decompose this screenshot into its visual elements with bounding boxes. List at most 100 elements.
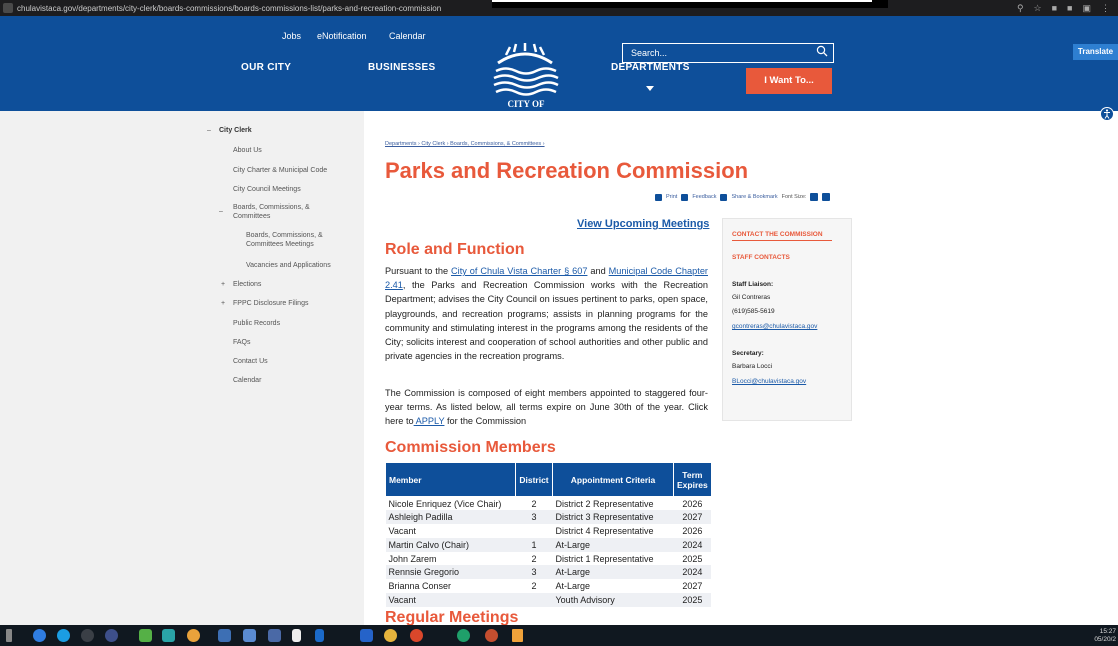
cell-member: Vacant — [385, 524, 516, 538]
col-district: District — [515, 462, 553, 497]
nav-our-city[interactable]: OUR CITY — [241, 62, 291, 73]
start-icon[interactable] — [33, 629, 46, 642]
col-criteria: Appointment Criteria — [552, 462, 674, 497]
share-icon[interactable] — [720, 193, 728, 201]
sidebar-item-city-charter[interactable]: City Charter & Municipal Code — [233, 167, 327, 174]
role-text-post: , the Parks and Recreation Commission wo… — [385, 280, 708, 362]
font-decrease-icon[interactable] — [810, 193, 819, 201]
contact-heading[interactable]: CONTACT THE COMMISSION — [732, 231, 823, 238]
zoom-icon[interactable]: ⚲ — [1017, 3, 1024, 14]
chrome-icon-5[interactable] — [485, 629, 498, 642]
translate-button[interactable]: Translate — [1073, 44, 1118, 60]
expand-bullet[interactable]: + — [221, 300, 225, 307]
enotification-link[interactable]: eNotification — [317, 31, 367, 41]
secretary-email-link[interactable]: BLocci@chulavistaca.gov — [732, 378, 806, 385]
word-icon[interactable] — [315, 629, 324, 642]
sidebar-item-boards[interactable]: Boards, Commissions, & — [233, 204, 310, 211]
nav-businesses[interactable]: BUSINESSES — [368, 62, 435, 73]
sidebar-item-boards-meetings-line2[interactable]: Committees Meetings — [246, 241, 314, 248]
nav-departments[interactable]: DEPARTMENTS — [611, 62, 690, 73]
app-icon-2[interactable] — [243, 629, 256, 642]
view-upcoming-meetings-link[interactable]: View Upcoming Meetings — [577, 218, 709, 230]
edge-icon[interactable] — [57, 629, 70, 642]
sidebar-item-about-us[interactable]: About Us — [233, 147, 262, 154]
sidebar-item-calendar[interactable]: Calendar — [233, 377, 261, 384]
sidebar-item-fppc[interactable]: FPPC Disclosure Filings — [233, 300, 308, 307]
secretary-name: Barbara Locci — [732, 363, 773, 370]
teams-icon[interactable] — [218, 629, 231, 642]
accessibility-icon[interactable] — [1099, 106, 1115, 122]
liaison-email-link[interactable]: gcontreras@chulavistaca.gov — [732, 323, 817, 330]
cell-member: Rennsie Gregorio — [385, 565, 516, 580]
cell-member: Brianna Conser — [385, 579, 516, 594]
camera-icon[interactable] — [81, 629, 94, 642]
sidebar-item-boards-meetings[interactable]: Boards, Commissions, & — [246, 232, 323, 239]
chrome-icon-2[interactable] — [384, 629, 397, 642]
chrome-icon-3[interactable] — [410, 629, 423, 642]
print-link[interactable]: Print — [666, 194, 677, 200]
chevron-down-icon — [646, 86, 654, 91]
contact-divider — [732, 240, 832, 241]
app-icon-3[interactable] — [268, 629, 281, 642]
cell-term: 2025 — [673, 593, 712, 607]
search-input[interactable]: Search... — [622, 43, 834, 63]
extension-icon-2[interactable]: ■ — [1067, 3, 1072, 14]
widgets-icon[interactable] — [6, 629, 12, 642]
print-icon[interactable] — [655, 193, 662, 201]
i-want-to-button[interactable]: I Want To... — [746, 68, 832, 94]
font-size-label: Font Size: — [781, 194, 807, 200]
sidebar-item-faqs[interactable]: FAQs — [233, 339, 251, 346]
search-icon[interactable] — [816, 45, 828, 57]
cell-term: 2027 — [673, 579, 712, 594]
cell-criteria: District 3 Representative — [552, 510, 674, 525]
col-term: Term Expires — [673, 462, 712, 497]
table-row: Martin Calvo (Chair) 1 At-Large 2024 — [385, 537, 712, 552]
breadcrumb[interactable]: Departments › City Clerk › Boards, Commi… — [385, 141, 545, 147]
font-increase-icon[interactable] — [822, 193, 831, 201]
calendar-link[interactable]: Calendar — [389, 31, 426, 41]
app-icon[interactable] — [105, 629, 118, 642]
logo-chula-vista: CHULA VISTA — [469, 109, 583, 126]
menu-icon[interactable]: ⋮ — [1101, 3, 1110, 14]
feedback-link[interactable]: Feedback — [692, 194, 716, 200]
role-text-pre: Pursuant to the — [385, 266, 452, 276]
sidebar-item-public-records[interactable]: Public Records — [233, 320, 280, 327]
table-row: Vacant District 4 Representative 2026 — [385, 524, 712, 538]
extension-icon[interactable]: ■ — [1052, 3, 1057, 14]
site-info-icon[interactable] — [3, 3, 13, 13]
collapse-bullet[interactable]: – — [207, 127, 211, 134]
bookmark-star-icon[interactable]: ☆ — [1034, 3, 1042, 14]
document-icon[interactable] — [292, 629, 301, 642]
clock[interactable]: 15:27 05/20/2 — [1094, 628, 1116, 644]
expand-bullet[interactable]: + — [221, 281, 225, 288]
cell-criteria: At-Large — [552, 537, 674, 552]
sidebar-item-elections[interactable]: Elections — [233, 281, 261, 288]
files-icon[interactable] — [139, 629, 152, 642]
table-row: Ashleigh Padilla 3 District 3 Representati… — [385, 510, 712, 525]
sidebar-item-city-clerk[interactable]: City Clerk — [219, 127, 252, 134]
vlc-icon[interactable] — [512, 629, 523, 642]
feedback-icon[interactable] — [681, 193, 689, 201]
chrome-icon[interactable] — [187, 629, 200, 642]
members-heading: Commission Members — [385, 439, 556, 456]
share-link[interactable]: Share & Bookmark — [731, 194, 777, 200]
cell-district: 3 — [515, 510, 553, 525]
col-term-line2: Expires — [677, 479, 708, 490]
role-text-mid: and — [587, 266, 609, 276]
collapse-bullet[interactable]: – — [219, 208, 223, 215]
charter-link[interactable]: City of Chula Vista Charter § 607 — [451, 266, 587, 276]
sidebar-item-boards-line2[interactable]: Committees — [233, 213, 270, 220]
media-icon[interactable] — [162, 629, 175, 642]
contact-panel: CONTACT THE COMMISSION STAFF CONTACTS St… — [722, 218, 852, 421]
chrome-icon-4[interactable] — [457, 629, 470, 642]
sidebar-item-council-meetings[interactable]: City Council Meetings — [233, 186, 301, 193]
apply-link[interactable]: APPLY — [414, 416, 445, 426]
extensions-puzzle-icon[interactable]: ▣ — [1082, 3, 1091, 14]
city-logo-icon[interactable] — [478, 43, 572, 103]
jobs-link[interactable]: Jobs — [282, 31, 301, 41]
outlook-icon[interactable] — [360, 629, 373, 642]
sidebar-item-contact-us[interactable]: Contact Us — [233, 358, 268, 365]
regular-meetings-heading: Regular Meetings — [385, 609, 519, 625]
sidebar-item-vacancies[interactable]: Vacancies and Applications — [246, 262, 331, 269]
clock-date: 05/20/2 — [1094, 636, 1116, 643]
